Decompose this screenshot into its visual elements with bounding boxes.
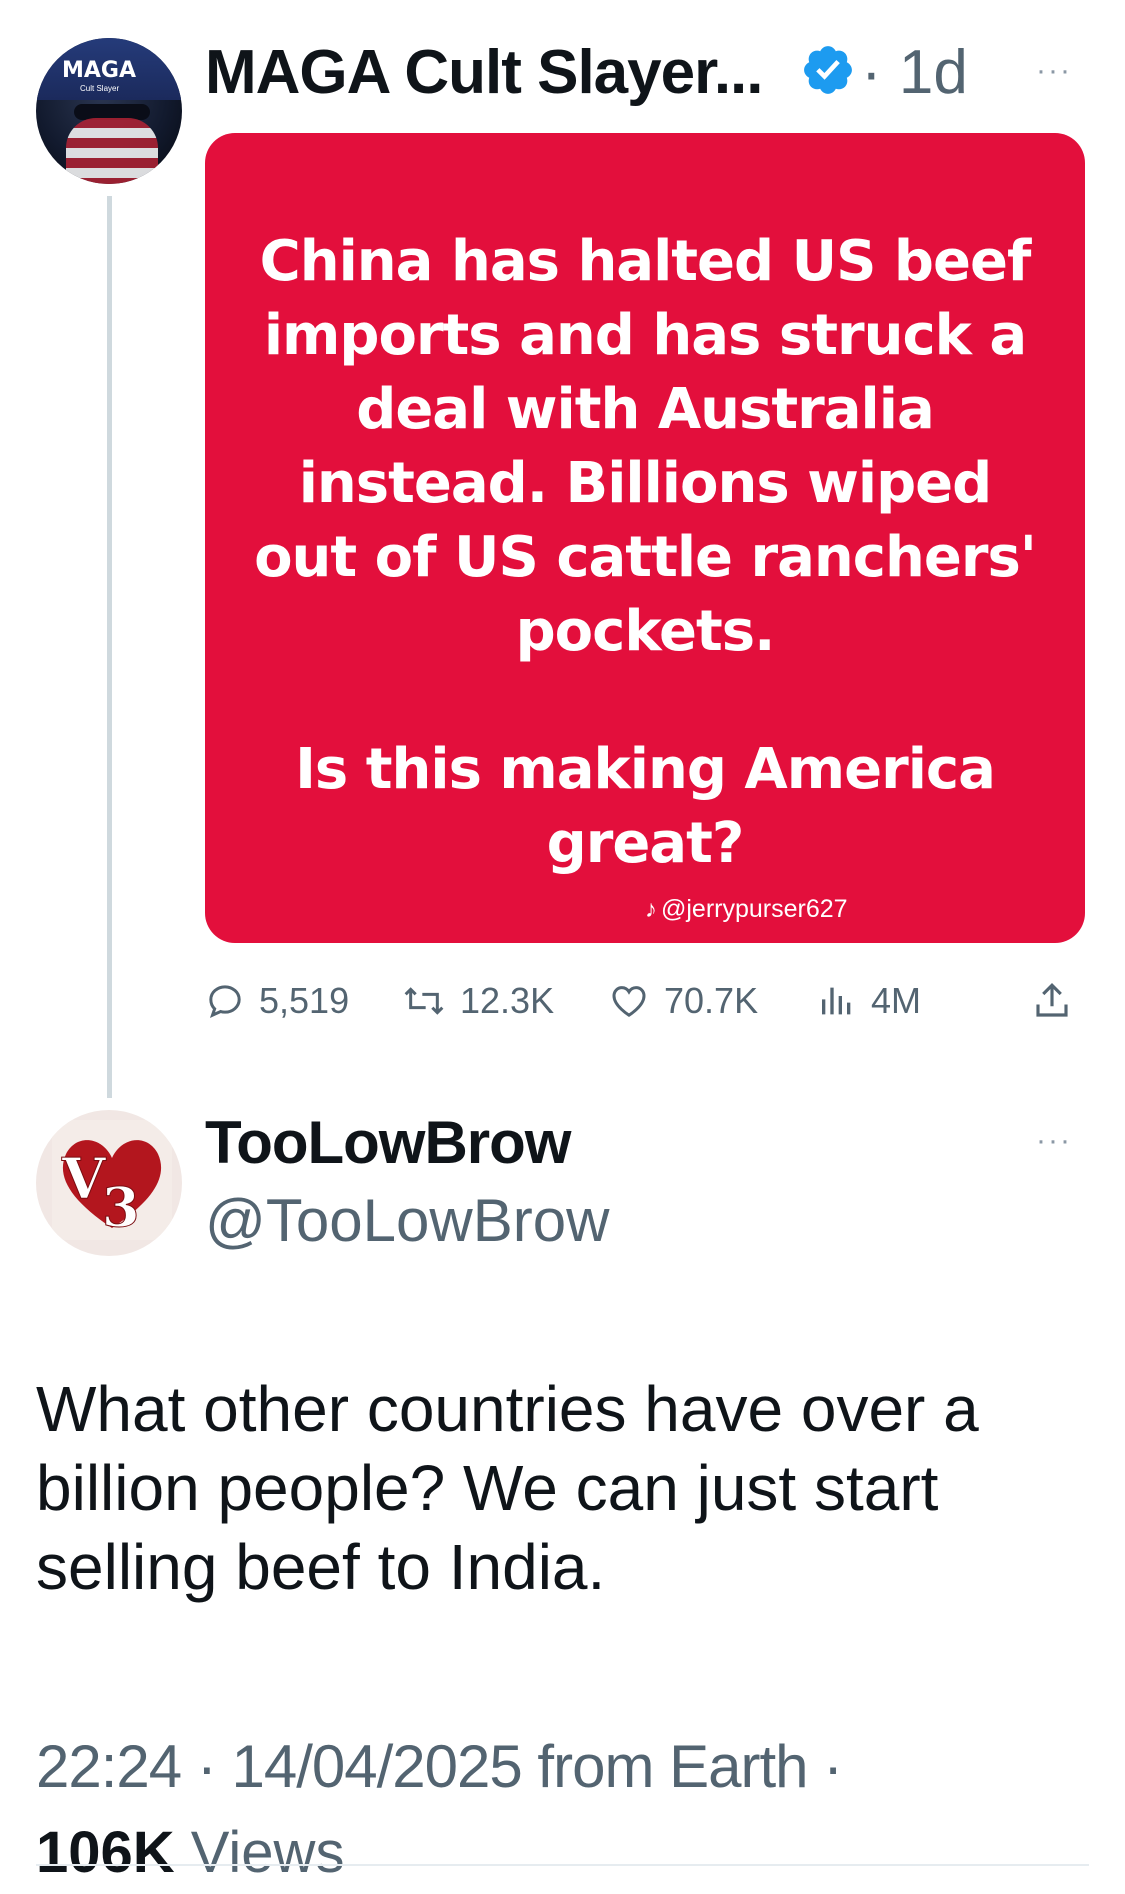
tiktok-icon: ♪ bbox=[645, 896, 657, 923]
views-summary[interactable]: 106K Views bbox=[36, 1818, 344, 1888]
views-button[interactable]: 4M bbox=[817, 980, 921, 1022]
tweet-actions-bar: 5,519 12.3K 70.7K 4M bbox=[205, 980, 1085, 1030]
retweet-count: 12.3K bbox=[460, 980, 555, 1021]
love-sculpture-icon: V 3 bbox=[52, 1120, 172, 1240]
card-question-text: Is this making America great? bbox=[295, 737, 996, 876]
more-options-icon[interactable]: ··· bbox=[1036, 1124, 1072, 1158]
divider bbox=[36, 1864, 1089, 1866]
tweet-text: What other countries have over a billion… bbox=[36, 1373, 979, 1603]
reply-button[interactable]: 5,519 bbox=[205, 980, 349, 1022]
avatar-flag-mask bbox=[66, 118, 158, 184]
avatar-cap-text: MAGA bbox=[62, 58, 137, 83]
svg-text:3: 3 bbox=[102, 1175, 140, 1239]
svg-text:V: V bbox=[61, 1146, 107, 1212]
like-button[interactable]: 70.7K bbox=[608, 980, 758, 1022]
card-main-text: China has halted US beef imports and has… bbox=[254, 229, 1037, 664]
tweet-meta: 22:24 · 14/04/2025 from Earth · bbox=[36, 1733, 843, 1800]
retweet-button[interactable]: 12.3K bbox=[402, 980, 554, 1022]
display-name[interactable]: MAGA Cult Slayer... bbox=[205, 38, 763, 108]
user-handle[interactable]: @TooLowBrow bbox=[205, 1186, 609, 1256]
views-total: 106K bbox=[36, 1820, 175, 1885]
thread-connector-line bbox=[107, 196, 112, 1098]
avatar-toolowbrow[interactable]: V 3 bbox=[36, 1110, 182, 1256]
avatar-cap-subtext: Cult Slayer bbox=[80, 84, 120, 93]
share-icon bbox=[1036, 983, 1068, 1017]
reply-icon bbox=[209, 985, 241, 1018]
reply-count: 5,519 bbox=[259, 980, 350, 1021]
display-name[interactable]: TooLowBrow bbox=[205, 1108, 571, 1178]
card-watermark: ♪ @jerrypurser627 bbox=[645, 895, 848, 924]
timestamp[interactable]: · 1d bbox=[861, 38, 968, 108]
share-button[interactable] bbox=[1031, 980, 1073, 1022]
image-card[interactable]: China has halted US beef imports and has… bbox=[205, 133, 1085, 943]
views-count: 4M bbox=[871, 980, 922, 1021]
card-handle-text: @jerrypurser627 bbox=[661, 895, 848, 923]
retweet-icon bbox=[404, 987, 444, 1015]
like-count: 70.7K bbox=[664, 980, 759, 1021]
verified-badge-icon bbox=[804, 46, 852, 94]
views-label: Views bbox=[190, 1820, 345, 1885]
heart-icon bbox=[612, 986, 646, 1017]
analytics-icon bbox=[822, 987, 851, 1015]
more-options-icon[interactable]: ··· bbox=[1036, 54, 1072, 88]
avatar-maga-cult-slayer[interactable]: MAGA Cult Slayer bbox=[36, 38, 182, 184]
